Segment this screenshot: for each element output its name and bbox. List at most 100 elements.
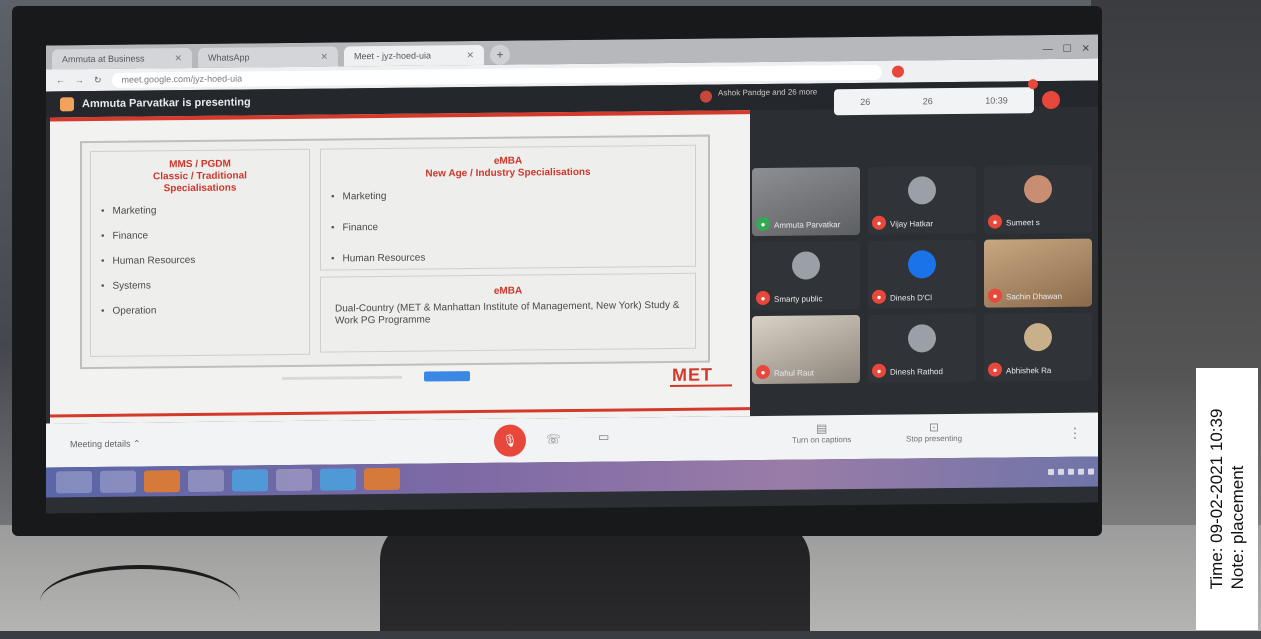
participant-name: Sachin Dhawan — [1006, 291, 1063, 302]
window-controls: — ☐ ✕ — [1043, 44, 1090, 59]
tab-label: WhatsApp — [208, 52, 250, 63]
list-item: Human Resources — [101, 254, 309, 267]
back-icon[interactable]: ← — [56, 75, 65, 85]
participant-name: Vijay Hatkar — [890, 219, 933, 229]
meeting-details-button[interactable]: Meeting details ⌃ — [70, 439, 141, 451]
start-button[interactable] — [56, 471, 92, 494]
tab-label: Ammuta at Business — [62, 53, 145, 65]
tab-ammuta[interactable]: Ammuta at Business ✕ — [52, 47, 192, 70]
cable — [40, 565, 240, 639]
end-call-button[interactable]: ☏ — [546, 432, 561, 446]
presenter-label: Ammuta Parvatkar is presenting — [82, 96, 251, 111]
captions-icon: ▤ — [815, 421, 828, 436]
tray-icon[interactable] — [1068, 468, 1074, 475]
mic-off-icon: ● — [872, 215, 886, 230]
time-label: Time: 09-02-2021 10:39 — [1207, 408, 1226, 590]
present-icon: ⊡ — [928, 420, 940, 435]
captions-label: Turn on captions — [792, 435, 852, 445]
taskbar-app[interactable] — [276, 468, 312, 492]
menu-icon[interactable] — [1028, 79, 1038, 90]
taskbar-app[interactable] — [364, 467, 400, 491]
user-avatar[interactable] — [1042, 90, 1060, 110]
mic-off-icon: ● — [756, 290, 770, 306]
right-bottom-column: eMBA Dual-Country (MET & Manhattan Insti… — [320, 272, 696, 353]
taskbar-app[interactable] — [100, 470, 136, 493]
taskbar-app[interactable] — [188, 469, 224, 493]
tray-icon[interactable] — [1058, 468, 1064, 475]
participant-tile[interactable]: ● Rahul Raut — [752, 314, 860, 385]
presenting-icon — [60, 97, 74, 112]
chat-count[interactable]: 26 — [923, 96, 933, 106]
participant-name: Abhishek Ra — [1006, 365, 1052, 376]
participant-name: Ammuta Parvatkar — [774, 220, 841, 230]
list-item: Finance — [331, 219, 695, 234]
page-button[interactable] — [424, 371, 470, 382]
presentation-slide: MMS / PGDM Classic / Traditional Special… — [50, 110, 750, 424]
mic-off-icon: ● — [988, 362, 1002, 377]
meeting-time: 10:39 — [985, 95, 1008, 106]
avatar — [908, 250, 936, 279]
avatar — [908, 176, 936, 205]
taskbar-app[interactable] — [232, 469, 268, 492]
mic-off-icon: ● — [872, 363, 886, 378]
captions-button[interactable]: ▤ Turn on captions — [792, 421, 852, 446]
avatar — [1024, 174, 1052, 204]
participant-name: Rahul Raut — [774, 368, 815, 378]
camera-button[interactable]: ▭ — [598, 430, 609, 444]
list-item: Finance — [101, 229, 309, 242]
avatar — [908, 324, 936, 353]
taskbar-app[interactable] — [144, 470, 180, 493]
slide-bottom-bar — [50, 407, 750, 418]
tab-meet[interactable]: Meet - jyz-hoed-uia ✕ — [344, 44, 484, 67]
screen: Ammuta at Business ✕ WhatsApp ✕ Meet - j… — [46, 34, 1098, 514]
close-icon[interactable]: ✕ — [466, 50, 474, 61]
stop-presenting-button[interactable]: ⊡ Stop presenting — [906, 420, 963, 445]
slide-frame: MMS / PGDM Classic / Traditional Special… — [80, 134, 710, 370]
mic-icon: ● — [756, 216, 770, 232]
right-heading: eMBA New Age / Industry Specialisations — [425, 155, 591, 180]
participants-count[interactable]: 26 — [860, 97, 870, 107]
stop-presenting-label: Stop presenting — [906, 433, 963, 444]
extension-icon[interactable] — [891, 65, 904, 78]
mic-off-icon: ● — [756, 364, 770, 380]
right-top-column: eMBA New Age / Industry Specialisations … — [320, 144, 696, 271]
close-window-icon[interactable]: ✕ — [1082, 44, 1090, 55]
participant-tile[interactable]: ● Dinesh D'Cl — [868, 239, 976, 309]
list-item: Marketing — [331, 188, 695, 203]
avatar — [1024, 322, 1052, 352]
participant-tile[interactable]: ● Sumeet s — [984, 164, 1092, 234]
tray-icon[interactable] — [1078, 468, 1084, 475]
forward-icon[interactable]: → — [75, 75, 84, 85]
taskbar-app[interactable] — [320, 468, 356, 491]
participant-tile[interactable]: ● Sachin Dhawan — [984, 238, 1092, 308]
participant-name: Dinesh Rathod — [890, 367, 943, 377]
others-label: Ashok Pandge and 26 more — [718, 87, 818, 98]
participant-tile[interactable]: ● Dinesh Rathod — [868, 313, 976, 383]
tray-icon[interactable] — [1048, 468, 1054, 476]
monitor-stand — [380, 520, 810, 631]
participant-tile[interactable]: ● Abhishek Ra — [984, 312, 1092, 382]
tray-icon[interactable] — [1088, 468, 1094, 475]
reload-icon[interactable]: ↻ — [94, 74, 102, 85]
more-options-icon[interactable]: ⋮ — [1068, 425, 1082, 442]
participant-grid: ● Ammuta Parvatkar ● Vijay Hatkar ● Sume… — [752, 154, 1098, 388]
system-tray — [1048, 468, 1094, 476]
participant-tile[interactable]: ● Ammuta Parvatkar — [752, 166, 860, 237]
participant-tile[interactable]: ● Vijay Hatkar — [868, 165, 976, 235]
participant-tile[interactable]: ● Smarty public — [752, 240, 860, 311]
avatar — [792, 251, 820, 280]
mic-off-button[interactable]: 🎙 — [494, 424, 526, 457]
tab-whatsapp[interactable]: WhatsApp ✕ — [198, 46, 338, 68]
list-item: Systems — [101, 279, 309, 292]
right-list: Marketing Finance Human Resources — [321, 188, 695, 265]
page-indicator — [282, 375, 402, 381]
mic-off-icon: ● — [988, 288, 1002, 303]
meet-stats: 26 26 10:39 — [834, 87, 1034, 116]
note-label: Note: placement — [1228, 465, 1247, 590]
close-icon[interactable]: ✕ — [320, 51, 328, 62]
minimize-icon[interactable]: — — [1043, 44, 1053, 55]
maximize-icon[interactable]: ☐ — [1063, 44, 1072, 55]
new-tab-button[interactable]: + — [490, 44, 510, 65]
mic-off-icon: ● — [872, 289, 886, 304]
close-icon[interactable]: ✕ — [174, 53, 182, 64]
